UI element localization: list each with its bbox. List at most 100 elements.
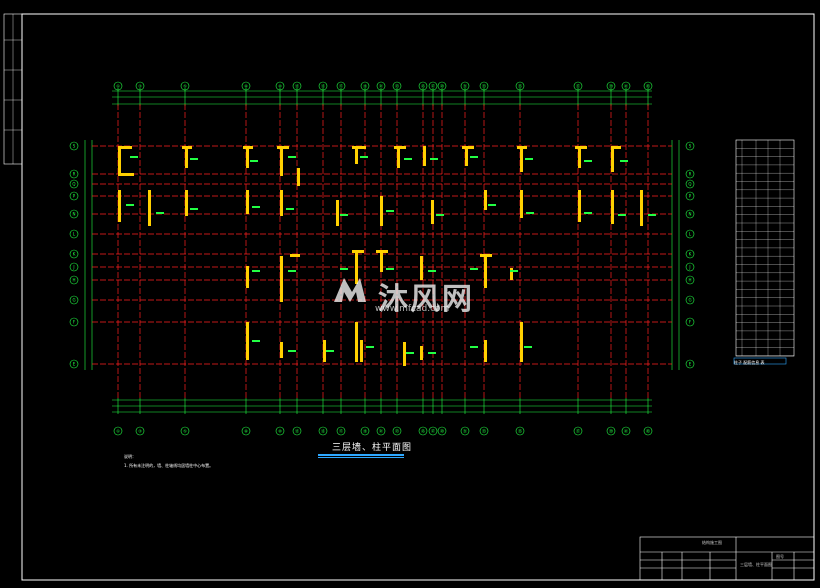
- axis-bubble-bottom: ⑰: [336, 426, 346, 436]
- svg-text:⑲: ⑲: [363, 428, 367, 434]
- axis-bubble-left: P: [69, 191, 79, 201]
- watermark-url: www.mfcad.com: [375, 304, 450, 314]
- axis-bubble-right: H: [685, 275, 695, 285]
- axis-bubble-bottom: ①: [113, 426, 123, 436]
- svg-text:P: P: [73, 194, 76, 199]
- axis-bubble-right: R: [685, 169, 695, 179]
- axis-bubble-bottom: ③: [135, 426, 145, 436]
- svg-text:㉗: ㉗: [431, 428, 435, 434]
- svg-text:⑧: ⑧: [244, 429, 248, 434]
- axis-bubble-bottom: ⑮: [318, 426, 328, 436]
- title-block: [639, 536, 815, 581]
- svg-text:㉓: ㉓: [395, 428, 399, 434]
- svg-text:E: E: [689, 362, 692, 367]
- svg-text:G: G: [688, 298, 691, 303]
- axis-bubble-bottom: ㉕: [418, 426, 428, 436]
- svg-text:L: L: [73, 232, 76, 237]
- svg-text:㉟: ㉟: [518, 83, 522, 89]
- svg-text:⑧: ⑧: [244, 84, 248, 89]
- axis-bubble-bottom: ⑲: [360, 426, 370, 436]
- axis-bubble-bottom: ⑩: [275, 426, 285, 436]
- svg-text:㉙: ㉙: [440, 428, 444, 434]
- svg-text:㊸: ㊸: [646, 83, 650, 89]
- axis-bubble-bottom: ㉛: [460, 426, 470, 436]
- axis-bubble-left: S: [69, 141, 79, 151]
- svg-text:③: ③: [138, 84, 142, 89]
- svg-text:L: L: [689, 232, 692, 237]
- axis-bubble-right: G: [685, 295, 695, 305]
- axis-bubble-right: L: [685, 229, 695, 239]
- svg-text:K: K: [689, 252, 692, 257]
- svg-text:㊴: ㊴: [609, 428, 613, 434]
- svg-text:J: J: [72, 265, 74, 270]
- svg-text:S: S: [73, 144, 76, 149]
- axis-bubble-left: F: [69, 317, 79, 327]
- top-axis-bubbles: ① ③ ⑤ ⑧ ⑩ ⑬ ⑮ ⑰ ⑲ ㉑ ㉓ ㉕㉗㉙ ㉛ ㉝ ㉟ ㊲ ㊴ ㊶ ㊸: [113, 81, 653, 91]
- svg-text:⑤: ⑤: [183, 84, 187, 89]
- axis-bubble-left: L: [69, 229, 79, 239]
- axis-bubble-right: F: [685, 317, 695, 327]
- axis-bubble-bottom: ㉙: [437, 426, 447, 436]
- svg-text:N: N: [73, 212, 76, 217]
- svg-text:⑤: ⑤: [183, 429, 187, 434]
- watermark-logo-icon: [334, 278, 366, 302]
- axis-bubble-right: N: [685, 209, 695, 219]
- axis-bubble-right: Q: [685, 179, 695, 189]
- axis-bubble-right: J: [685, 262, 695, 272]
- svg-text:⑮: ⑮: [321, 83, 325, 89]
- svg-text:R: R: [689, 172, 692, 177]
- svg-text:㉝: ㉝: [482, 428, 486, 434]
- axis-bubble-right: K: [685, 249, 695, 259]
- axis-bubble-bottom: ⑧: [241, 426, 251, 436]
- axis-bubble-left: G: [69, 295, 79, 305]
- axis-bubble-left: J: [69, 262, 79, 272]
- svg-text:⑩: ⑩: [278, 429, 282, 434]
- notes-line-1: 1. 所有未注明的，墙、柱轴线均居墙柱中心布置。: [124, 463, 214, 468]
- svg-text:H: H: [72, 278, 75, 283]
- axis-bubble-bottom: ㊲: [573, 426, 583, 436]
- svg-text:㉗: ㉗: [431, 83, 435, 89]
- svg-text:⑬: ⑬: [295, 83, 299, 89]
- svg-text:㊶: ㊶: [624, 428, 628, 434]
- svg-text:㉑: ㉑: [379, 83, 383, 89]
- axis-bubble-bottom: ㊴: [606, 426, 616, 436]
- title-underline: [318, 454, 404, 456]
- svg-text:㉙: ㉙: [440, 83, 444, 89]
- title-underline-thin: [318, 457, 404, 458]
- svg-text:㉓: ㉓: [395, 83, 399, 89]
- svg-text:P: P: [689, 194, 692, 199]
- svg-text:㊸: ㊸: [646, 428, 650, 434]
- title-block-project: 结构施工图: [702, 540, 722, 545]
- svg-text:Q: Q: [688, 182, 691, 187]
- axis-bubble-bottom: ㊸: [643, 426, 653, 436]
- axis-bubble-bottom: ⑤: [180, 426, 190, 436]
- svg-text:㊶: ㊶: [624, 83, 628, 89]
- wall-annotations: [126, 156, 656, 354]
- axis-bubble-bottom: ㉟: [515, 426, 525, 436]
- svg-text:㉑: ㉑: [379, 428, 383, 434]
- svg-text:⑬: ⑬: [295, 428, 299, 434]
- svg-text:㊲: ㊲: [576, 83, 580, 89]
- svg-text:㊴: ㊴: [609, 83, 613, 89]
- svg-text:①: ①: [116, 429, 120, 434]
- axis-bubble-bottom: ㉗: [428, 426, 438, 436]
- svg-text:N: N: [689, 212, 692, 217]
- svg-text:㉛: ㉛: [463, 83, 467, 89]
- svg-text:F: F: [73, 320, 76, 325]
- axis-bubble-right: E: [685, 359, 695, 369]
- svg-text:K: K: [73, 252, 76, 257]
- svg-text:⑮: ⑮: [321, 428, 325, 434]
- legend-title: 柱子 配筋信息 表: [734, 360, 765, 365]
- svg-text:E: E: [73, 362, 76, 367]
- svg-text:Q: Q: [72, 182, 75, 187]
- axis-bubble-left: N: [69, 209, 79, 219]
- svg-text:㉝: ㉝: [482, 83, 486, 89]
- svg-text:③: ③: [138, 429, 142, 434]
- svg-text:H: H: [688, 278, 691, 283]
- axis-bubble-bottom: ㉝: [479, 426, 489, 436]
- svg-text:㉛: ㉛: [463, 428, 467, 434]
- column-schedule-table: [733, 139, 795, 365]
- svg-text:S: S: [689, 144, 692, 149]
- svg-text:㉕: ㉕: [421, 428, 425, 434]
- axis-bubble-right: P: [685, 191, 695, 201]
